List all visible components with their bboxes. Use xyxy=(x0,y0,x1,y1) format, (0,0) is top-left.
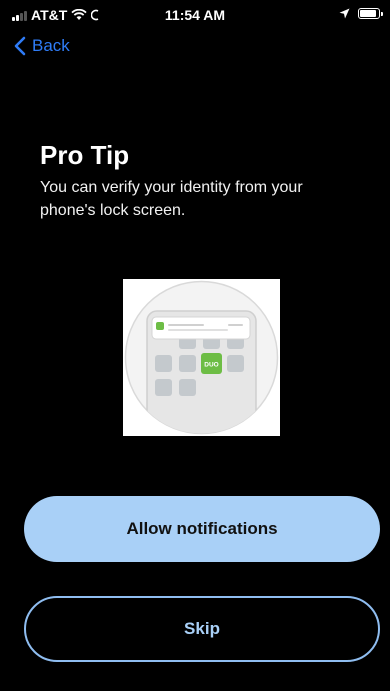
chevron-left-icon xyxy=(14,36,26,56)
page-title: Pro Tip xyxy=(40,140,130,170)
battery-icon xyxy=(358,8,383,19)
status-right xyxy=(339,8,383,19)
status-bar: AT&T 11:54 AM xyxy=(0,0,390,30)
skip-label: Skip xyxy=(184,619,220,638)
skip-button[interactable]: Skip xyxy=(24,596,380,662)
lock-screen-illustration: DUO xyxy=(123,279,280,436)
back-label: Back xyxy=(32,36,70,55)
status-time: 11:54 AM xyxy=(164,7,226,23)
duo-app-icon: DUO xyxy=(204,362,218,369)
location-arrow-icon xyxy=(339,8,350,19)
allow-notifications-button[interactable]: Allow notifications xyxy=(24,496,380,562)
page-description: You can verify your identity from your p… xyxy=(40,179,303,219)
allow-notifications-label: Allow notifications xyxy=(126,519,278,538)
back-button[interactable]: Back xyxy=(14,36,70,56)
